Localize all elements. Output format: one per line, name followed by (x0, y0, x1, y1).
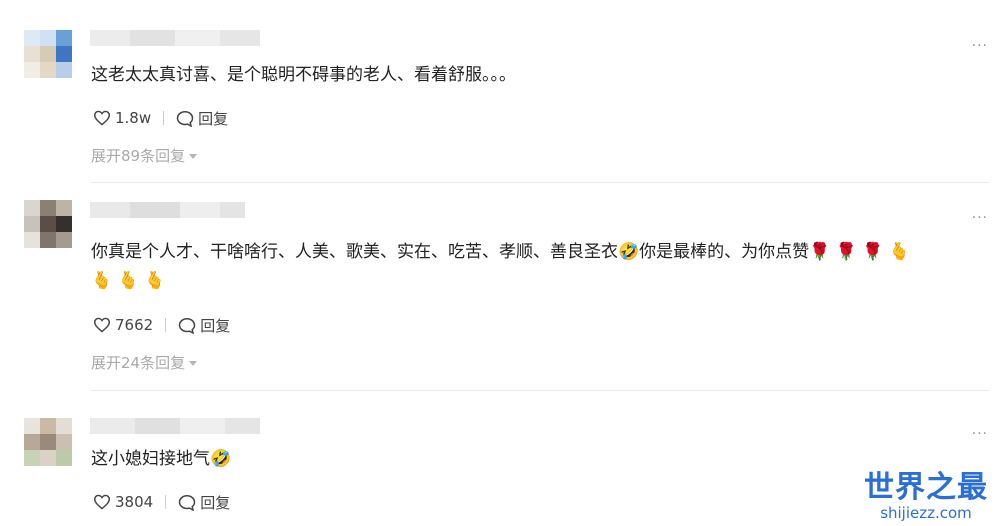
like-count: 7662 (115, 316, 154, 334)
expand-replies-label: 展开24条回复 (91, 354, 186, 372)
reply-button[interactable]: 回复 (176, 108, 228, 129)
reply-button[interactable]: 回复 (178, 492, 230, 513)
username-blurred[interactable] (90, 418, 260, 434)
reply-label: 回复 (200, 493, 231, 512)
avatar[interactable] (24, 30, 72, 78)
comment-text: 这老太太真讨喜、是个聪明不碍事的老人、看着舒服。。。 (91, 65, 516, 85)
divider (165, 318, 167, 332)
heart-icon (93, 317, 111, 333)
expand-replies-button[interactable]: 展开89条回复 (91, 145, 198, 166)
comment-actions: 7662 回复 (93, 314, 230, 336)
heart-icon (93, 494, 111, 510)
chevron-down-icon (189, 154, 198, 159)
site-watermark: 世界之最 shijiezz.com (864, 470, 988, 523)
divider (90, 390, 990, 391)
watermark-url: shijiezz.com (880, 504, 972, 522)
watermark-title: 世界之最 (864, 470, 988, 505)
comment-text-continued: 🫰 🫰 🫰 (91, 271, 166, 291)
like-count: 3804 (115, 493, 154, 511)
like-count: 1.8w (115, 109, 152, 127)
heart-icon (93, 110, 111, 126)
expand-replies-button[interactable]: 展开24条回复 (91, 352, 198, 373)
comment-bubble-icon (176, 110, 194, 127)
more-options-icon[interactable]: ··· (972, 38, 988, 54)
like-button[interactable]: 3804 (93, 493, 153, 511)
comment-text: 你真是个人才、干啥啥行、人美、歌美、实在、吃苦、孝顺、善良圣衣🤣你是最棒的、为你… (91, 242, 911, 262)
divider (90, 182, 990, 183)
comment-text: 这小媳妇接地气🤣 (91, 449, 232, 469)
more-options-icon[interactable]: ··· (972, 426, 988, 442)
chevron-down-icon (189, 361, 198, 366)
username-blurred[interactable] (90, 202, 260, 218)
like-button[interactable]: 7662 (93, 316, 153, 334)
comment-bubble-icon (178, 494, 196, 511)
avatar[interactable] (24, 418, 72, 466)
expand-replies-label: 展开89条回复 (91, 147, 186, 165)
username-blurred[interactable] (90, 30, 260, 46)
reply-button[interactable]: 回复 (178, 315, 230, 336)
avatar[interactable] (24, 200, 72, 248)
reply-label: 回复 (198, 109, 229, 128)
divider (163, 111, 165, 125)
more-options-icon[interactable]: ··· (972, 210, 988, 226)
reply-label: 回复 (200, 316, 231, 335)
comment-actions: 3804 回复 (93, 491, 230, 513)
comment-bubble-icon (178, 317, 196, 334)
comment-actions: 1.8w 回复 (93, 107, 228, 129)
divider (165, 495, 167, 509)
like-button[interactable]: 1.8w (93, 109, 151, 127)
